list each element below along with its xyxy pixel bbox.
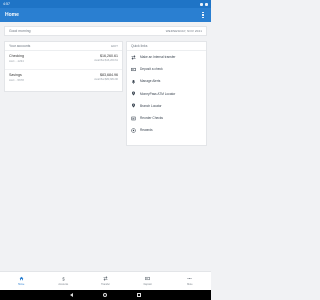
more-icon — [187, 276, 192, 281]
wifi-icon — [200, 2, 203, 6]
svg-text:$: $ — [62, 277, 65, 282]
quick-links-title: Quick links — [131, 44, 148, 48]
checkbook-icon — [131, 116, 136, 121]
transfer-icon — [103, 276, 108, 281]
nav-label: Accounts — [58, 282, 69, 286]
bell-icon — [131, 79, 136, 84]
quick-link-branch-locator[interactable]: Branch Locator — [127, 100, 206, 112]
app-bar: Home — [0, 8, 211, 22]
quick-link-label: Deposit a check — [140, 67, 163, 72]
quick-link-alerts[interactable]: Manage Alerts — [127, 75, 206, 87]
status-icons — [200, 2, 208, 6]
nav-more[interactable]: More — [173, 276, 207, 286]
quick-link-label: Manage Alerts — [140, 79, 161, 84]
accounts-card-title: Your accounts — [9, 44, 31, 48]
dollar-icon: $ — [61, 276, 66, 282]
status-time: 4:57 — [3, 2, 10, 6]
deposit-icon — [131, 67, 136, 72]
account-row-checking[interactable]: Checking Acct ...1234 $16,260.61 Avail B… — [5, 51, 122, 67]
overflow-menu-icon[interactable] — [200, 11, 206, 19]
greeting-text: Good morning — [9, 29, 31, 33]
quick-link-deposit[interactable]: Deposit a check — [127, 63, 206, 75]
account-available-balance: Avail Bal $83,684.96 — [94, 78, 118, 81]
edit-accounts-button[interactable]: EDIT — [111, 44, 118, 48]
nav-home[interactable]: Home — [4, 276, 38, 286]
accounts-card: Your accounts EDIT Checking Acct ...1234… — [4, 41, 123, 92]
battery-icon — [205, 2, 208, 6]
quick-link-label: Make an Internal transfer — [140, 55, 176, 60]
nav-label: Transfer — [101, 282, 110, 286]
quick-link-label: MoneyPass ATM Locator — [140, 91, 176, 96]
quick-link-rewards[interactable]: Rewards — [127, 124, 206, 136]
nav-label: More — [187, 282, 193, 286]
quick-link-label: Reorder Checks — [140, 116, 164, 121]
account-balance: $83,684.96 — [100, 73, 118, 77]
transfer-icon — [131, 54, 136, 60]
accounts-card-header: Your accounts EDIT — [5, 42, 122, 51]
account-name: Savings — [9, 73, 22, 77]
nav-accounts[interactable]: $ Accounts — [46, 276, 80, 286]
quick-links-header: Quick links — [127, 42, 206, 51]
star-icon — [131, 128, 136, 133]
greeting-banner: Good morning WEDNESDAY, NOV 2021 — [4, 26, 207, 36]
account-available-balance: Avail Bal $16,260.61 — [94, 59, 118, 62]
quick-link-atm-locator[interactable]: MoneyPass ATM Locator — [127, 88, 206, 100]
back-icon[interactable] — [70, 293, 74, 297]
nav-deposit[interactable]: Deposit — [131, 276, 165, 286]
quick-link-transfer[interactable]: Make an Internal transfer — [127, 51, 206, 63]
account-balance: $16,260.61 — [100, 54, 118, 58]
quick-link-label: Rewards — [140, 128, 153, 133]
account-number: Acct ...5678 — [9, 78, 24, 82]
account-name: Checking — [9, 54, 24, 58]
account-row-savings[interactable]: Savings Acct ...5678 $83,684.96 Avail Ba… — [5, 69, 122, 85]
quick-links-card: Quick links Make an Internal transfer De… — [126, 41, 207, 146]
location-icon — [131, 91, 136, 96]
nav-label: Home — [17, 282, 25, 286]
location-icon — [131, 103, 136, 108]
bottom-navigation: Home $ Accounts Transfer Deposit More — [0, 271, 211, 290]
deposit-icon — [145, 276, 150, 281]
recents-icon[interactable] — [137, 293, 141, 297]
quick-link-reorder-checks[interactable]: Reorder Checks — [127, 112, 206, 124]
system-navigation-bar — [0, 290, 211, 300]
status-bar: 4:57 — [0, 0, 211, 8]
date-text: WEDNESDAY, NOV 2021 — [165, 29, 202, 33]
account-number: Acct ...1234 — [9, 59, 24, 63]
page-title: Home — [5, 12, 19, 18]
nav-transfer[interactable]: Transfer — [88, 276, 122, 286]
home-icon — [19, 276, 24, 281]
quick-link-label: Branch Locator — [140, 103, 162, 108]
nav-label: Deposit — [143, 282, 152, 286]
home-circle-icon[interactable] — [103, 293, 108, 297]
